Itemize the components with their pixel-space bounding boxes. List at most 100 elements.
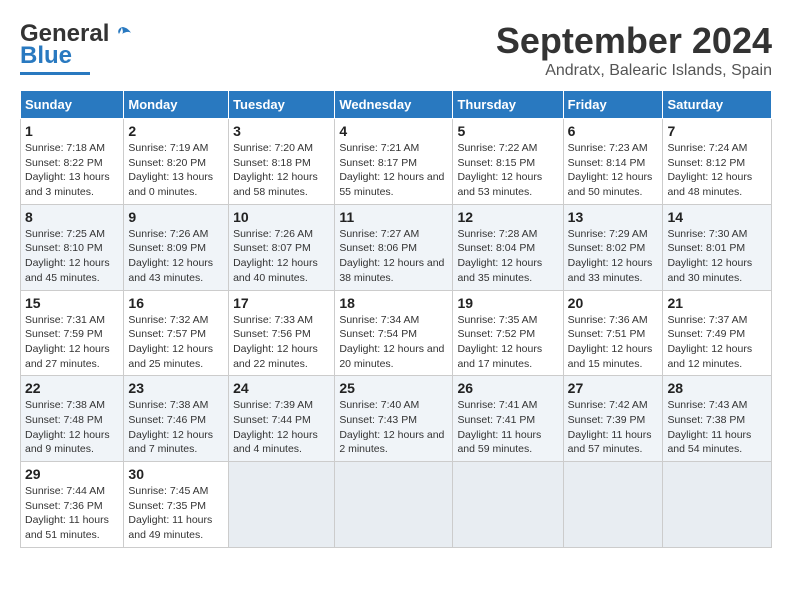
table-row xyxy=(563,462,663,548)
day-number: 2 xyxy=(128,123,224,139)
table-row: 20 Sunrise: 7:36 AMSunset: 7:51 PMDayligh… xyxy=(563,290,663,376)
table-row: 18Sunrise: 7:34 AMSunset: 7:54 PMDayligh… xyxy=(335,290,453,376)
day-number: 20 xyxy=(568,295,659,311)
calendar-week-row: 15 Sunrise: 7:31 AMSunset: 7:59 PMDayligh… xyxy=(21,290,772,376)
table-row: 28 Sunrise: 7:43 AMSunset: 7:38 PMDayligh… xyxy=(663,376,772,462)
month-title: September 2024 xyxy=(496,20,772,62)
day-number: 16 xyxy=(128,295,224,311)
day-info: Sunrise: 7:41 AMSunset: 7:41 PMDaylight:… xyxy=(457,398,558,457)
table-row: 22Sunrise: 7:38 AMSunset: 7:48 PMDayligh… xyxy=(21,376,124,462)
day-number: 11 xyxy=(339,209,448,225)
day-info: Sunrise: 7:26 AMSunset: 8:07 PMDaylight:… xyxy=(233,227,330,286)
day-number: 22 xyxy=(25,380,119,396)
table-row xyxy=(335,462,453,548)
day-info: Sunrise: 7:24 AMSunset: 8:12 PMDaylight:… xyxy=(667,141,767,200)
day-info: Sunrise: 7:45 AMSunset: 7:35 PMDaylight:… xyxy=(128,484,224,543)
col-tuesday: Tuesday xyxy=(229,91,335,119)
day-info: Sunrise: 7:30 AMSunset: 8:01 PMDaylight:… xyxy=(667,227,767,286)
table-row: 8 Sunrise: 7:25 AMSunset: 8:10 PMDaylight… xyxy=(21,204,124,290)
table-row: 11 Sunrise: 7:27 AMSunset: 8:06 PMDayligh… xyxy=(335,204,453,290)
day-number: 26 xyxy=(457,380,558,396)
calendar-week-row: 8 Sunrise: 7:25 AMSunset: 8:10 PMDaylight… xyxy=(21,204,772,290)
day-info: Sunrise: 7:42 AMSunset: 7:39 PMDaylight:… xyxy=(568,398,659,457)
day-number: 1 xyxy=(25,123,119,139)
logo-underline xyxy=(20,72,90,75)
day-info: Sunrise: 7:43 AMSunset: 7:38 PMDaylight:… xyxy=(667,398,767,457)
day-info: Sunrise: 7:29 AMSunset: 8:02 PMDaylight:… xyxy=(568,227,659,286)
day-info: Sunrise: 7:25 AMSunset: 8:10 PMDaylight:… xyxy=(25,227,119,286)
day-number: 17 xyxy=(233,295,330,311)
day-info: Sunrise: 7:38 AMSunset: 7:46 PMDaylight:… xyxy=(128,398,224,457)
table-row: 21Sunrise: 7:37 AMSunset: 7:49 PMDayligh… xyxy=(663,290,772,376)
day-info: Sunrise: 7:44 AMSunset: 7:36 PMDaylight:… xyxy=(25,484,119,543)
day-number: 8 xyxy=(25,209,119,225)
table-row: 26 Sunrise: 7:41 AMSunset: 7:41 PMDayligh… xyxy=(453,376,563,462)
day-info: Sunrise: 7:26 AMSunset: 8:09 PMDaylight:… xyxy=(128,227,224,286)
day-number: 12 xyxy=(457,209,558,225)
day-info: Sunrise: 7:36 AMSunset: 7:51 PMDaylight:… xyxy=(568,313,659,372)
day-number: 27 xyxy=(568,380,659,396)
day-info: Sunrise: 7:28 AMSunset: 8:04 PMDaylight:… xyxy=(457,227,558,286)
day-number: 28 xyxy=(667,380,767,396)
day-number: 25 xyxy=(339,380,448,396)
day-info: Sunrise: 7:20 AMSunset: 8:18 PMDaylight:… xyxy=(233,141,330,200)
day-number: 9 xyxy=(128,209,224,225)
table-row: 17Sunrise: 7:33 AMSunset: 7:56 PMDayligh… xyxy=(229,290,335,376)
calendar-table: Sunday Monday Tuesday Wednesday Thursday… xyxy=(20,90,772,548)
table-row: 30 Sunrise: 7:45 AMSunset: 7:35 PMDayligh… xyxy=(124,462,229,548)
day-number: 7 xyxy=(667,123,767,139)
day-number: 14 xyxy=(667,209,767,225)
table-row: 29 Sunrise: 7:44 AMSunset: 7:36 PMDayligh… xyxy=(21,462,124,548)
day-number: 29 xyxy=(25,466,119,482)
table-row xyxy=(663,462,772,548)
table-row: 10 Sunrise: 7:26 AMSunset: 8:07 PMDayligh… xyxy=(229,204,335,290)
day-info: Sunrise: 7:23 AMSunset: 8:14 PMDaylight:… xyxy=(568,141,659,200)
table-row: 19Sunrise: 7:35 AMSunset: 7:52 PMDayligh… xyxy=(453,290,563,376)
header: General Blue September 2024 Andratx, Bal… xyxy=(20,20,772,80)
table-row: 9 Sunrise: 7:26 AMSunset: 8:09 PMDaylight… xyxy=(124,204,229,290)
table-row: 2 Sunrise: 7:19 AMSunset: 8:20 PMDaylight… xyxy=(124,119,229,205)
calendar-week-row: 1 Sunrise: 7:18 AMSunset: 8:22 PMDaylight… xyxy=(21,119,772,205)
table-row: 6 Sunrise: 7:23 AMSunset: 8:14 PMDaylight… xyxy=(563,119,663,205)
table-row: 5 Sunrise: 7:22 AMSunset: 8:15 PMDaylight… xyxy=(453,119,563,205)
day-info: Sunrise: 7:27 AMSunset: 8:06 PMDaylight:… xyxy=(339,227,448,286)
col-monday: Monday xyxy=(124,91,229,119)
day-number: 19 xyxy=(457,295,558,311)
day-info: Sunrise: 7:18 AMSunset: 8:22 PMDaylight:… xyxy=(25,141,119,200)
calendar-week-row: 22Sunrise: 7:38 AMSunset: 7:48 PMDayligh… xyxy=(21,376,772,462)
logo: General Blue xyxy=(20,20,133,75)
day-number: 5 xyxy=(457,123,558,139)
day-number: 21 xyxy=(667,295,767,311)
day-number: 10 xyxy=(233,209,330,225)
table-row: 13 Sunrise: 7:29 AMSunset: 8:02 PMDayligh… xyxy=(563,204,663,290)
location-title: Andratx, Balearic Islands, Spain xyxy=(496,62,772,80)
logo-bird-icon xyxy=(111,23,133,45)
day-number: 30 xyxy=(128,466,224,482)
table-row: 16Sunrise: 7:32 AMSunset: 7:57 PMDayligh… xyxy=(124,290,229,376)
table-row: 3 Sunrise: 7:20 AMSunset: 8:18 PMDaylight… xyxy=(229,119,335,205)
day-number: 24 xyxy=(233,380,330,396)
day-info: Sunrise: 7:39 AMSunset: 7:44 PMDaylight:… xyxy=(233,398,330,457)
table-row: 14 Sunrise: 7:30 AMSunset: 8:01 PMDayligh… xyxy=(663,204,772,290)
day-number: 13 xyxy=(568,209,659,225)
logo-blue: Blue xyxy=(20,42,72,70)
table-row: 24 Sunrise: 7:39 AMSunset: 7:44 PMDayligh… xyxy=(229,376,335,462)
header-row: Sunday Monday Tuesday Wednesday Thursday… xyxy=(21,91,772,119)
day-number: 3 xyxy=(233,123,330,139)
table-row: 4 Sunrise: 7:21 AMSunset: 8:17 PMDaylight… xyxy=(335,119,453,205)
day-number: 6 xyxy=(568,123,659,139)
day-number: 18 xyxy=(339,295,448,311)
day-info: Sunrise: 7:31 AMSunset: 7:59 PMDaylight:… xyxy=(25,313,119,372)
calendar-week-row: 29 Sunrise: 7:44 AMSunset: 7:36 PMDayligh… xyxy=(21,462,772,548)
day-number: 15 xyxy=(25,295,119,311)
title-area: September 2024 Andratx, Balearic Islands… xyxy=(496,20,772,80)
day-info: Sunrise: 7:21 AMSunset: 8:17 PMDaylight:… xyxy=(339,141,448,200)
col-saturday: Saturday xyxy=(663,91,772,119)
col-wednesday: Wednesday xyxy=(335,91,453,119)
day-info: Sunrise: 7:22 AMSunset: 8:15 PMDaylight:… xyxy=(457,141,558,200)
day-number: 4 xyxy=(339,123,448,139)
table-row: 15 Sunrise: 7:31 AMSunset: 7:59 PMDayligh… xyxy=(21,290,124,376)
col-friday: Friday xyxy=(563,91,663,119)
day-info: Sunrise: 7:19 AMSunset: 8:20 PMDaylight:… xyxy=(128,141,224,200)
day-number: 23 xyxy=(128,380,224,396)
